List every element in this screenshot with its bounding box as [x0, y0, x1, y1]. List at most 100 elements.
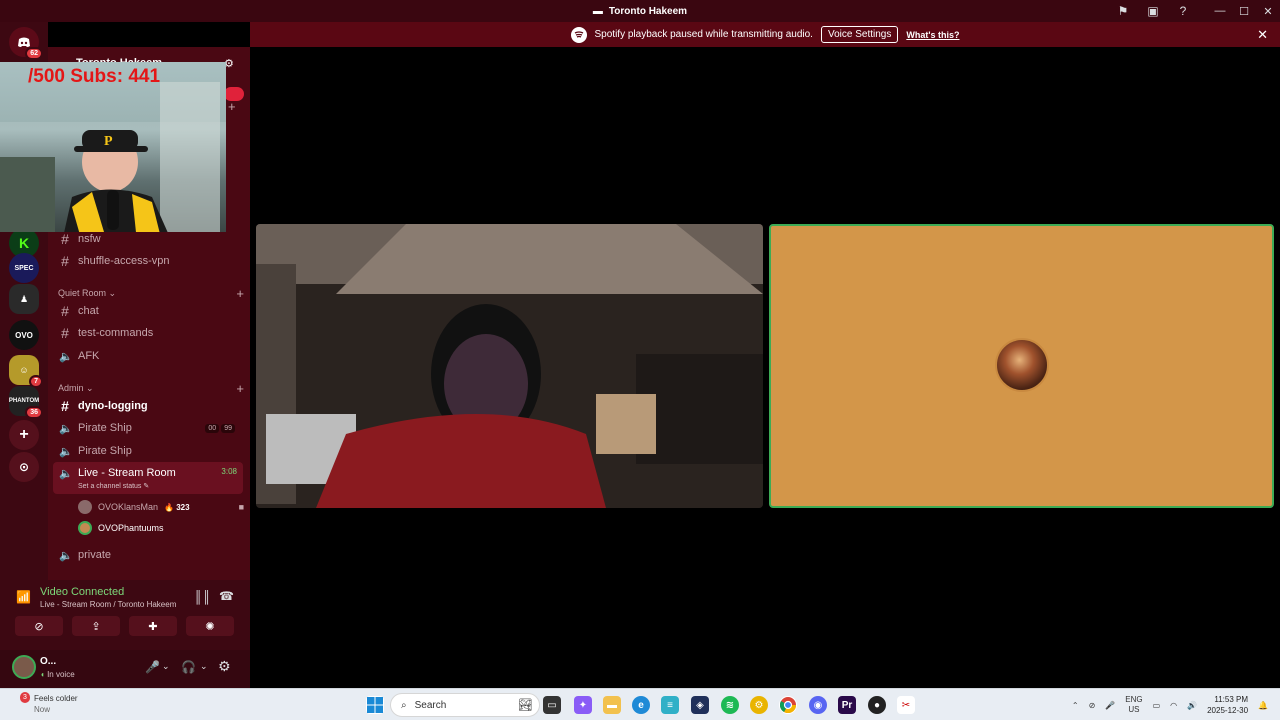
dark-server-icon[interactable]: ♟ — [9, 284, 39, 314]
language-indicator[interactable]: ENG US — [1125, 695, 1142, 715]
weather-widget[interactable]: 3 Feels colder Now — [14, 692, 78, 715]
voice-user-row[interactable]: OVOKlansMan 🔥 323 ■ — [78, 497, 246, 517]
disconnect-icon[interactable]: ☎ — [219, 589, 234, 603]
category-admin[interactable]: Admin ⌄ + — [58, 381, 244, 396]
channel-pirate-ship[interactable]: 🔈 Pirate Ship 00 99 — [53, 417, 243, 439]
close-notice-icon[interactable]: ✕ — [1257, 27, 1268, 43]
title-bar: ▬ Toronto Hakeem ⚑ ▣ ? — ☐ ✕ — [0, 0, 1280, 22]
weather-subtitle: Now — [34, 705, 51, 714]
inbox-flag-icon[interactable]: ⚑ — [1108, 0, 1138, 22]
display-icon[interactable]: ▭ — [1153, 701, 1161, 710]
spotify-taskbar-icon[interactable]: ≋ — [721, 696, 739, 714]
phantom-server-icon[interactable]: PHANTOM 36 — [9, 386, 43, 419]
inbox-icon[interactable]: ▣ — [1138, 0, 1168, 22]
notepad-icon[interactable]: ≡ — [661, 696, 679, 714]
phantom-server-badge: 36 — [25, 406, 43, 419]
help-icon[interactable]: ? — [1168, 0, 1198, 22]
yellow-server-icon[interactable]: ☺ 7 — [9, 355, 43, 388]
ovo-server-icon[interactable]: OVO — [9, 320, 39, 350]
channel-label: Pirate Ship — [78, 445, 132, 457]
video-camera-icon: ■ — [238, 502, 244, 512]
add-channel-icon[interactable]: + — [236, 286, 244, 301]
camera-off-button[interactable]: ⊘ — [15, 616, 63, 636]
user-bar: O... ◖ In voice 🎤 ⌄ 🎧 ⌄ ⚙ — [0, 650, 250, 688]
screen-share-button[interactable]: ⇪ — [72, 616, 120, 636]
title-bar-controls: ⚑ ▣ ? — ☐ ✕ — [1108, 0, 1280, 22]
channel-dyno-logging[interactable]: # dyno-logging — [53, 395, 243, 417]
home-badge: 62 — [25, 47, 43, 60]
channel-afk[interactable]: 🔈 AFK — [53, 345, 243, 367]
taskbar-search[interactable]: ⌕ Search 🏞 — [390, 693, 540, 717]
task-view-icon[interactable]: ▭ — [543, 696, 561, 714]
discord-taskbar-icon[interactable]: ◉ — [809, 696, 827, 714]
hashtag-icon: # — [61, 231, 69, 247]
vscode-icon[interactable]: ◈ — [691, 696, 709, 714]
hashtag-icon: # — [61, 253, 69, 269]
clock[interactable]: 11:53 PM 2025-12-30 — [1207, 694, 1248, 716]
edge-icon[interactable]: e — [632, 696, 650, 714]
avatar[interactable] — [12, 655, 36, 679]
chevron-down-icon[interactable]: ⌄ — [200, 661, 208, 672]
add-channel-icon[interactable]: + — [228, 99, 236, 114]
windows-start-icon[interactable] — [366, 696, 384, 714]
avatar — [78, 521, 92, 535]
add-server-icon[interactable]: + — [9, 420, 39, 450]
channel-test-commands[interactable]: # test-commands — [53, 322, 243, 344]
channel-private[interactable]: 🔈 private — [53, 544, 243, 566]
channel-live-stream-room[interactable]: 🔈 Live - Stream Room 3:08 Set a channel … — [53, 462, 243, 494]
notice-text: Spotify playback paused while transmitti… — [594, 29, 813, 40]
whats-this-link[interactable]: What's this? — [906, 30, 959, 40]
soundboard-button[interactable]: ✺ — [186, 616, 234, 636]
speaker-icon: 🔈 — [59, 445, 73, 458]
voice-settings-button[interactable]: Voice Settings — [820, 26, 899, 43]
discover-icon[interactable]: ⊙ — [9, 452, 39, 482]
clock-date: 2025-12-30 — [1207, 706, 1249, 715]
volume-icon[interactable]: 🔊 — [1187, 701, 1197, 710]
chevron-up-icon[interactable]: ⌃ — [1072, 701, 1079, 710]
soundboard-icon: ✺ — [205, 620, 215, 633]
hashtag-icon: # — [61, 303, 69, 319]
copilot-icon[interactable]: ✦ — [574, 696, 592, 714]
channel-chat[interactable]: # chat — [53, 300, 243, 322]
chrome-icon[interactable] — [779, 696, 797, 714]
user-status: ◖ In voice — [40, 670, 75, 679]
voice-status-icon: ◖ — [40, 670, 45, 679]
file-explorer-icon[interactable]: ▬ — [603, 696, 621, 714]
channel-status-text[interactable]: Set a channel status ✎ — [78, 482, 149, 490]
category-quiet-room[interactable]: Quiet Room ⌄ + — [58, 286, 244, 301]
add-channel-icon[interactable]: + — [236, 381, 244, 396]
chevron-down-icon[interactable]: ⌄ — [162, 661, 170, 672]
settings-gear-icon[interactable]: ⚙ — [218, 658, 231, 675]
wifi-icon[interactable]: ◠ — [1170, 701, 1177, 710]
activities-icon: ✚ — [148, 620, 158, 633]
close-window-button[interactable]: ✕ — [1256, 0, 1280, 22]
channel-shuffle-access-vpn[interactable]: # shuffle-access-vpn — [53, 250, 243, 272]
signal-icon[interactable]: 📶 — [16, 590, 31, 604]
user-status-label: In voice — [47, 670, 75, 679]
speaker-icon: 🔈 — [59, 350, 73, 363]
premiere-icon[interactable]: Pr — [838, 696, 856, 714]
video-tile-streamer[interactable] — [256, 224, 763, 508]
window-title: ▬ Toronto Hakeem — [593, 6, 687, 17]
obs-icon[interactable]: ● — [868, 696, 886, 714]
notification-icon[interactable]: 🔔 — [1258, 701, 1268, 710]
minimize-button[interactable]: — — [1208, 0, 1232, 22]
video-tile-avatar[interactable] — [769, 224, 1274, 508]
voice-user-row[interactable]: OVOPhantuums — [78, 518, 246, 538]
noise-suppression-icon[interactable]: ║║ — [194, 590, 211, 604]
svg-text:P: P — [104, 134, 113, 149]
network-off-icon[interactable]: ⊘ — [1089, 701, 1096, 710]
tiny-wins-icon[interactable]: ⚙ — [750, 696, 768, 714]
headphones-icon[interactable]: 🎧 — [181, 660, 196, 674]
channel-pirate-ship-2[interactable]: 🔈 Pirate Ship — [53, 440, 243, 462]
discord-home-icon[interactable]: 62 — [9, 27, 43, 60]
microphone-icon[interactable]: 🎤 — [145, 660, 160, 674]
maximize-button[interactable]: ☐ — [1232, 0, 1256, 22]
activities-button[interactable]: ✚ — [129, 616, 177, 636]
snipping-tool-icon[interactable]: ✂ — [897, 696, 915, 714]
spec-server-icon[interactable]: SPEC — [9, 253, 39, 283]
voice-status-subtitle[interactable]: Live - Stream Room / Toronto Hakeem — [40, 600, 176, 609]
microphone-tray-icon[interactable]: 🎤 — [1105, 701, 1115, 710]
search-highlight-icon: 🏞 — [517, 698, 533, 712]
avatar — [78, 500, 92, 514]
